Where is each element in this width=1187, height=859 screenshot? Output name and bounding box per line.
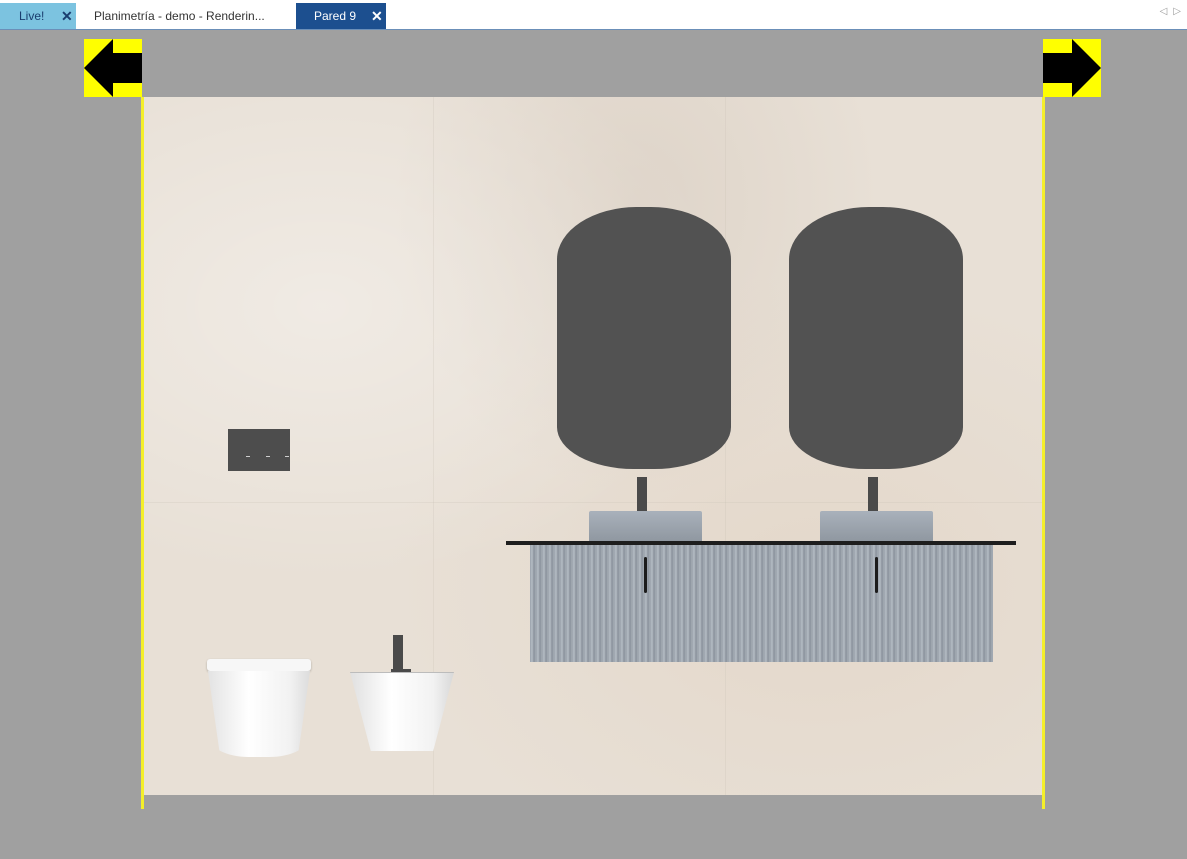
tab-planimetria-label: Planimetría - demo - Renderin...: [94, 9, 265, 23]
basin-right[interactable]: [820, 511, 933, 543]
arrow-right-icon: [1043, 39, 1101, 97]
tab-scroll-controls: ◁ ▷: [1160, 6, 1181, 17]
tab-bar: Live! ✕ Planimetría - demo - Renderin...…: [0, 0, 1187, 30]
tab-pared-9[interactable]: Pared 9 ✕: [296, 3, 386, 29]
scroll-right-icon[interactable]: ▷: [1173, 6, 1181, 17]
mirror-left[interactable]: [557, 207, 731, 469]
arrow-left-icon: [84, 39, 142, 97]
previous-wall-button[interactable]: [84, 39, 142, 97]
toilet-lid[interactable]: [207, 659, 311, 671]
tab-planimetria[interactable]: Planimetría - demo - Renderin...: [76, 3, 296, 29]
vanity-cabinet[interactable]: [530, 545, 993, 662]
tab-live[interactable]: Live! ✕: [0, 3, 76, 29]
toilet[interactable]: [208, 671, 310, 757]
cabinet-handle: [644, 557, 647, 593]
mirror-right[interactable]: [789, 207, 963, 469]
wall-right-edge: [1042, 97, 1045, 809]
basin-left[interactable]: [589, 511, 702, 543]
cabinet-handle: [875, 557, 878, 593]
faucet-right[interactable]: [868, 477, 878, 511]
wall-left-edge: [141, 97, 144, 809]
bidet-faucet[interactable]: [393, 635, 403, 673]
tile-joint: [725, 97, 726, 795]
tab-live-label: Live!: [19, 9, 45, 23]
scroll-left-icon[interactable]: ◁: [1160, 6, 1168, 17]
flush-button: [246, 456, 250, 457]
flush-button: [285, 456, 289, 457]
close-icon[interactable]: ✕: [371, 8, 383, 25]
next-wall-button[interactable]: [1043, 39, 1101, 97]
tile-joint: [143, 502, 1043, 503]
faucet-left[interactable]: [637, 477, 647, 511]
tab-pared-9-label: Pared 9: [314, 9, 357, 23]
flush-plate[interactable]: [228, 429, 290, 471]
flush-button: [266, 456, 270, 457]
close-icon[interactable]: ✕: [61, 8, 73, 25]
